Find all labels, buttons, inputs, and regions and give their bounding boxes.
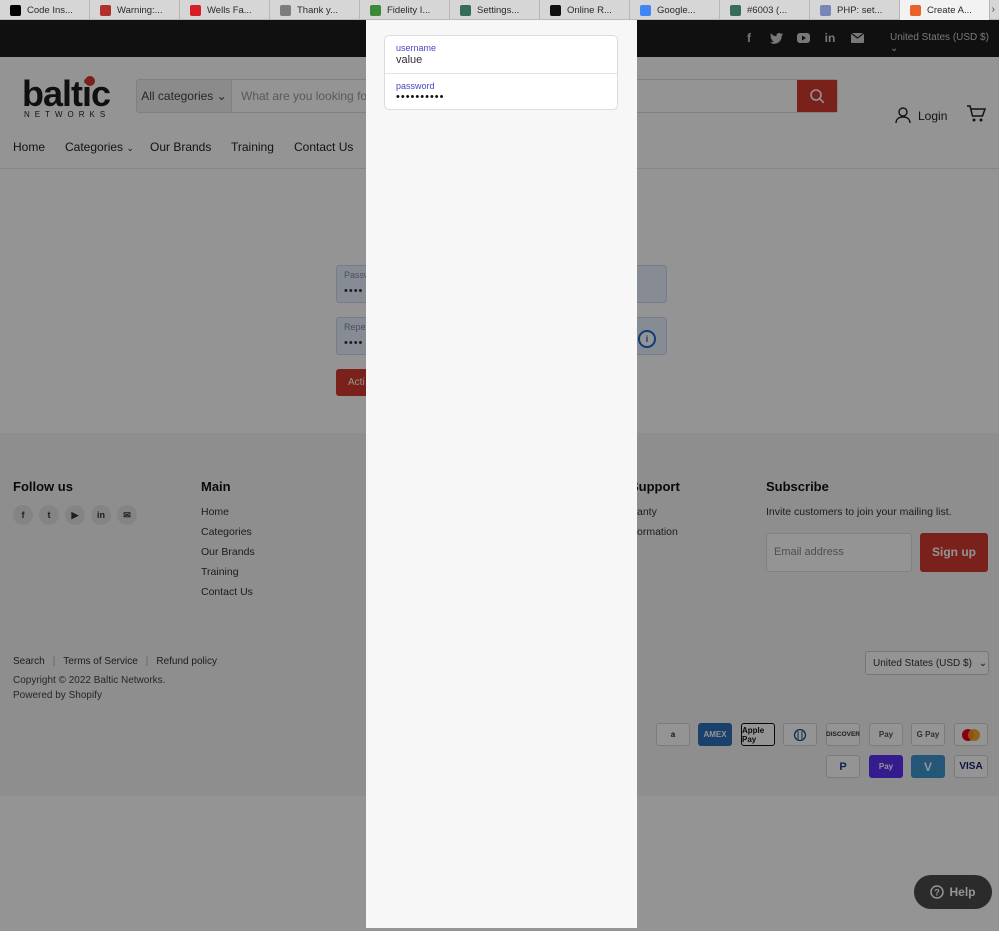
browser-tab[interactable]: Wells Fa...	[180, 0, 270, 20]
u-icon	[280, 4, 291, 16]
password-value: ••••••••••	[396, 91, 445, 103]
password-row[interactable]: password ••••••••••	[385, 73, 617, 110]
browser-tab-strip: Code Ins... Warning:... Wells Fa... Thank y…	[0, 0, 999, 20]
username-row[interactable]: username value	[385, 36, 617, 73]
fidelity-icon	[370, 4, 381, 16]
alert-icon	[100, 4, 111, 16]
browser-tab[interactable]: Create A...	[900, 0, 990, 20]
browser-tab[interactable]: #6003 (...	[720, 0, 810, 20]
browser-tab[interactable]: Code Ins...	[0, 0, 90, 20]
browser-tab[interactable]: PHP: set...	[810, 0, 900, 20]
google-ads-icon	[640, 4, 651, 16]
password-label: password	[396, 81, 435, 91]
wells-fargo-icon	[190, 4, 201, 16]
browser-tab[interactable]: Settings...	[450, 0, 540, 20]
jetbrains-icon	[10, 4, 21, 16]
wifi-icon	[910, 4, 921, 16]
browser-tab[interactable]: Warning:...	[90, 0, 180, 20]
browser-tab-label: #6003 (...	[747, 4, 788, 16]
php-icon	[820, 4, 831, 16]
credential-card: username value password ••••••••••	[384, 35, 618, 110]
browser-tab-label: Warning:...	[117, 4, 163, 16]
browser-tab-label: Create A...	[927, 4, 972, 16]
username-label: username	[396, 43, 437, 53]
rh-icon	[460, 4, 471, 16]
password-manager-popup: username value password ••••••••••	[366, 20, 637, 928]
tab-overflow-icon[interactable]: ›	[990, 0, 999, 19]
browser-tab-label: Wells Fa...	[207, 4, 252, 16]
browser-tab-label: PHP: set...	[837, 4, 883, 16]
browser-tab-label: Fidelity I...	[387, 4, 431, 16]
browser-tab-label: Google...	[657, 4, 696, 16]
browser-tab-label: Thank y...	[297, 4, 339, 16]
browser-tab[interactable]: Fidelity I...	[360, 0, 450, 20]
amazon-icon	[550, 4, 561, 16]
username-value: value	[396, 54, 423, 66]
browser-tab[interactable]: Google...	[630, 0, 720, 20]
browser-tab-label: Code Ins...	[27, 4, 73, 16]
browser-tab-label: Settings...	[477, 4, 520, 16]
browser-tab[interactable]: Online R...	[540, 0, 630, 20]
browser-tab[interactable]: Thank y...	[270, 0, 360, 20]
browser-tab-label: Online R...	[567, 4, 612, 16]
rh-icon	[730, 4, 741, 16]
